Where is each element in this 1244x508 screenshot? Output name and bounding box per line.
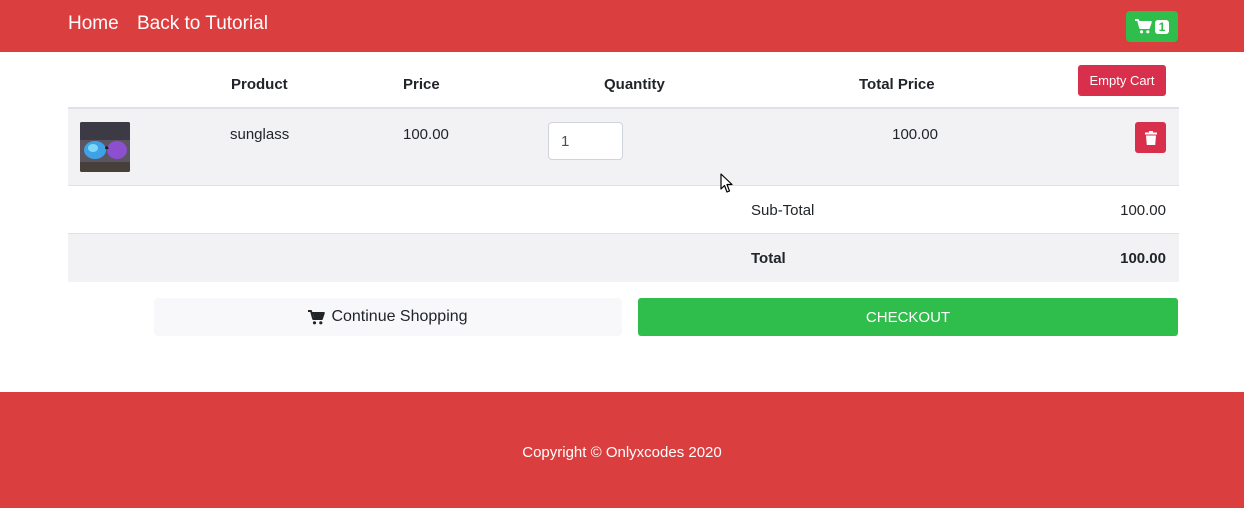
top-navbar: Home Back to Tutorial 1 <box>0 0 1244 52</box>
cart-button[interactable]: 1 <box>1126 11 1178 42</box>
mouse-cursor-icon <box>720 173 733 193</box>
table-header-row: Product Price Quantity Total Price Empty… <box>68 52 1179 109</box>
quantity-input[interactable] <box>548 122 623 160</box>
subtotal-row: Sub-Total 100.00 <box>68 186 1179 234</box>
header-price: Price <box>403 76 440 93</box>
table-row: sunglass 100.00 100.00 <box>68 109 1179 186</box>
subtotal-value: 100.00 <box>1120 202 1166 219</box>
total-label: Total <box>751 250 786 267</box>
total-row: Total 100.00 <box>68 234 1179 282</box>
delete-item-button[interactable] <box>1135 122 1166 153</box>
footer: Copyright © Onlyxcodes 2020 <box>0 392 1244 508</box>
header-total-price: Total Price <box>859 76 935 93</box>
product-price: 100.00 <box>403 126 449 143</box>
header-product: Product <box>231 76 288 93</box>
checkout-button[interactable]: CHECKOUT <box>638 298 1178 336</box>
nav-back-to-tutorial-link[interactable]: Back to Tutorial <box>137 13 268 35</box>
trash-icon <box>1144 130 1157 145</box>
nav-home-link[interactable]: Home <box>68 13 119 35</box>
continue-shopping-button[interactable]: Continue Shopping <box>154 298 622 336</box>
product-name: sunglass <box>230 126 290 143</box>
continue-shopping-label: Continue Shopping <box>331 308 468 325</box>
total-value: 100.00 <box>1120 250 1166 267</box>
copyright-text: Copyright © Onlyxcodes 2020 <box>522 444 722 461</box>
sunglass-product-image <box>80 122 130 172</box>
header-quantity: Quantity <box>604 76 665 93</box>
shopping-cart-icon <box>308 309 326 324</box>
shopping-cart-icon <box>1135 19 1152 34</box>
subtotal-label: Sub-Total <box>751 202 815 219</box>
product-total-price: 100.00 <box>892 126 938 143</box>
cart-count-badge: 1 <box>1155 19 1169 34</box>
empty-cart-button[interactable]: Empty Cart <box>1078 65 1166 96</box>
